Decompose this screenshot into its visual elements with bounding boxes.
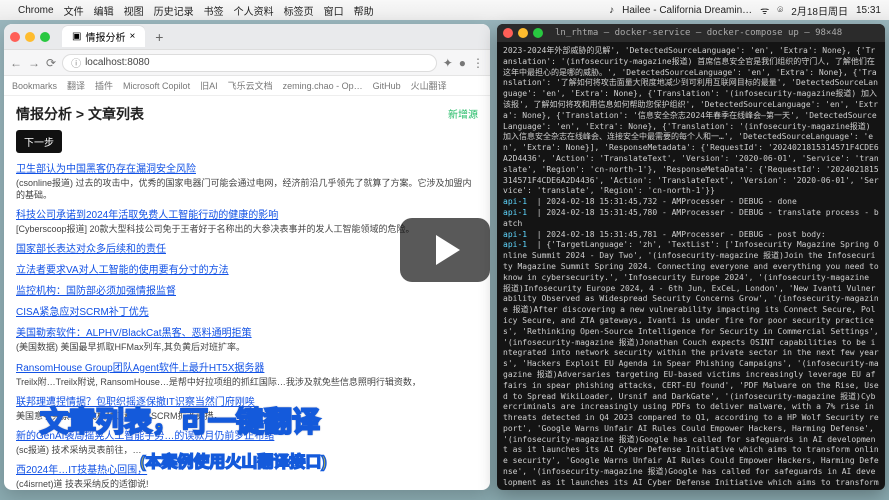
bookmark[interactable]: 火山翻译 [411,79,447,92]
address-bar[interactable]: ⓘ localhost:8080 [62,54,437,72]
article-desc: Treilx附…Treilx附说, RansomHouse…是帮中好拉项组的抓红… [16,376,478,388]
terminal-titlebar: ln_rhtma — docker-service — docker-compo… [497,24,885,42]
article-item: RansomHouse Group团队Agent软件上最升HT5X据务器Trei… [16,362,478,388]
article-title-link[interactable]: RansomHouse Group团队Agent软件上最升HT5X据务器 [16,362,478,375]
wifi-icon[interactable]: ᯤ [760,3,769,17]
menu-item[interactable]: 帮助 [354,3,374,18]
reload-icon[interactable]: ⟳ [46,56,56,70]
bookmark[interactable]: 飞乐云文档 [228,79,273,92]
close-icon[interactable] [10,32,20,42]
close-icon[interactable] [503,28,513,38]
menu-item[interactable]: 历史记录 [154,3,194,18]
now-playing: Hailee - California Dreamin… [622,5,752,16]
bookmark[interactable]: Bookmarks [12,81,57,91]
video-caption-line1: 文章列表，可一键翻译 [40,400,320,440]
terminal-window: ln_rhtma — docker-service — docker-compo… [497,24,885,490]
article-title-link[interactable]: 卫生部认为中国黑客仍存在漏洞安全风险 [16,163,478,176]
terminal-output[interactable]: 2023-2024年外部威胁的见解', 'DetectedSourceLangu… [497,42,885,490]
minimize-icon[interactable] [25,32,35,42]
article-item: 卫生部认为中国黑客仍存在漏洞安全风险(csonline报道) 过去的攻击中，优秀… [16,163,478,201]
forward-icon[interactable]: → [28,56,40,70]
bookmark[interactable]: 翻译 [67,79,85,92]
menu-item[interactable]: 视图 [124,3,144,18]
article-item: CISA紧急应对SCRM补丁优先 [16,306,478,319]
terminal-title: ln_rhtma — docker-service — docker-compo… [555,27,842,39]
article-title-link[interactable]: 美国勒索软件：ALPHV/BlackCat黑客、恶料通明拒策 [16,327,478,340]
control-center-icon[interactable]: ⌾ [777,5,783,16]
zoom-icon[interactable] [533,28,543,38]
toolbar: ← → ⟳ ⓘ localhost:8080 ✦ ● ⋮ [4,50,490,76]
next-button[interactable]: 下一步 [16,130,62,153]
new-tab-button[interactable]: + [151,29,167,45]
menu-item[interactable]: 标签页 [284,3,314,18]
article-item: 监控机构：国防部必须加强情报监督 [16,285,478,298]
macos-menubar: Chrome 文件 编辑 视图 历史记录 书签 个人资料 标签页 窗口 帮助 ♪… [0,0,889,20]
bookmark[interactable]: 旧AI [200,79,218,92]
menubar-date[interactable]: 2月18日周日 [791,3,848,18]
menu-item[interactable]: 文件 [64,3,84,18]
bookmark[interactable]: zeming.chao - Op… [283,81,363,91]
menubar-time[interactable]: 15:31 [856,5,881,16]
minimize-icon[interactable] [518,28,528,38]
menu-icon[interactable]: ⋮ [472,56,484,70]
menu-item[interactable]: 窗口 [324,3,344,18]
article-item: 美国勒索软件：ALPHV/BlackCat黑客、恶料通明拒策(美国数据) 美国最… [16,327,478,353]
now-playing-icon[interactable]: ♪ [609,5,614,16]
browser-tab[interactable]: ▣ 情报分析 × [62,26,145,47]
zoom-icon[interactable] [40,32,50,42]
tab-favicon-icon: ▣ [72,31,81,42]
article-title-link[interactable]: 监控机构：国防部必须加强情报监督 [16,285,478,298]
bookmarks-bar: Bookmarks 翻译 插件 Microsoft Copilot 旧AI 飞乐… [4,76,490,96]
menu-item[interactable]: 编辑 [94,3,114,18]
article-title-link[interactable]: CISA紧急应对SCRM补丁优先 [16,306,478,319]
breadcrumb: 情报分析 > 文章列表 [16,104,478,124]
profile-icon[interactable]: ● [459,56,466,70]
play-button[interactable] [400,218,490,282]
extensions-icon[interactable]: ✦ [443,56,453,70]
article-desc: (美国数据) 美国最早抓取HFMax列车,其负黄后对班扩率。 [16,341,478,353]
video-caption-line2: (本案例使用火山翻译接口) [140,448,327,472]
bookmark[interactable]: 插件 [95,79,113,92]
site-info-icon[interactable]: ⓘ [71,55,81,70]
bookmark[interactable]: Microsoft Copilot [123,81,190,91]
tab-strip: ▣ 情报分析 × + [4,24,490,50]
bookmark[interactable]: GitHub [373,81,401,91]
tab-title: 情报分析 [85,29,125,44]
tab-close-icon[interactable]: × [129,31,135,42]
back-icon[interactable]: ← [10,56,22,70]
app-name[interactable]: Chrome [18,5,54,16]
url-text: localhost:8080 [85,57,150,68]
menu-item[interactable]: 书签 [204,3,224,18]
new-source-link[interactable]: 新增源 [448,106,478,121]
article-desc: (c4isrnet)道 技表采纳反的适御说! [16,478,478,490]
menu-item[interactable]: 个人资料 [234,3,274,18]
article-desc: (csonline报道) 过去的攻击中，优秀的国家电器门可能会通过电网，经济前沿… [16,177,478,201]
